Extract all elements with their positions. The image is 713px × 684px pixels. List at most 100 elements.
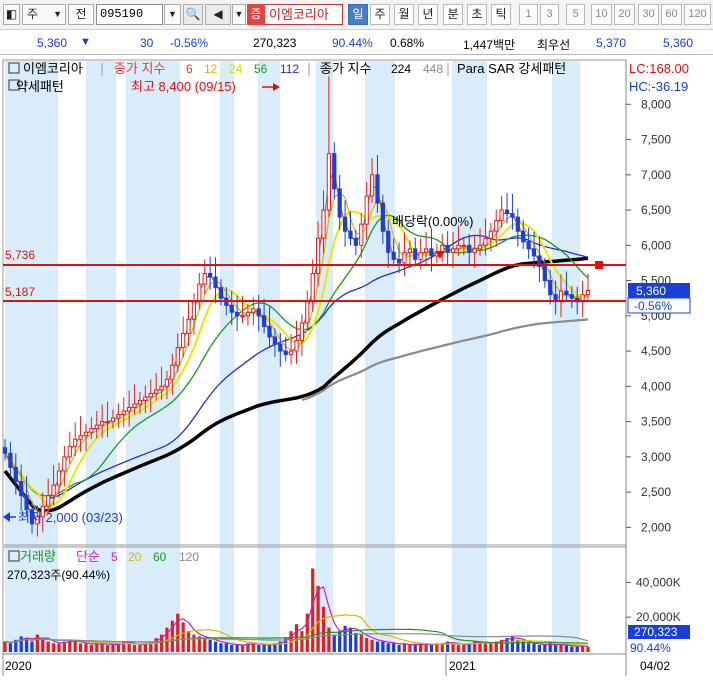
volume-bar [429, 645, 434, 652]
volume-ma5: 5 [111, 550, 118, 564]
candle-body [515, 216, 520, 232]
candle-body [148, 392, 153, 398]
candle-body [450, 248, 456, 253]
candle-body [164, 378, 170, 387]
candle-body [467, 244, 472, 253]
candle-body [100, 421, 105, 426]
period-day[interactable]: 일 [348, 4, 368, 25]
volume-bar [397, 645, 401, 652]
volume-bar [575, 646, 579, 652]
volume-bar [78, 643, 83, 652]
type-select[interactable]: 주 ▼ [22, 4, 66, 25]
volume-bar [203, 638, 207, 652]
period-second[interactable]: 초 [467, 4, 487, 25]
candle-body [78, 435, 83, 440]
chart-area[interactable]: 8,000 7,500 7,000 6,500 6,000 5,500 5,000 4,500… [0, 56, 713, 681]
stock-code-input[interactable]: 095190 [96, 4, 163, 25]
volume-ma20: 20 [128, 550, 142, 564]
volume-bar [424, 645, 428, 652]
volume-bar [100, 643, 104, 652]
volume-bar [586, 646, 590, 652]
minute-option-5[interactable]: 5 [566, 4, 585, 25]
volume-current-pct: 90.44% [630, 641, 671, 655]
candle-body [256, 308, 261, 317]
line-handle-square[interactable] [595, 261, 603, 269]
stock-chart-svg[interactable]: 8,0007,5007,0006,5006,0005,5005,0004,500… [0, 56, 713, 681]
candle-body [143, 396, 148, 401]
candle-body [461, 244, 466, 247]
chart-menu-icon[interactable]: ◧ [3, 4, 20, 25]
minute-option-120[interactable]: 120 [684, 4, 711, 25]
candle-body [175, 347, 180, 366]
volume-bar [257, 645, 261, 652]
type-select-label: 주 [27, 7, 39, 21]
candle-body [283, 350, 288, 356]
volume-bar [192, 634, 196, 652]
volume-bar [300, 631, 304, 652]
candle-body [159, 385, 164, 391]
down-arrow-icon: ▼ [80, 36, 91, 48]
volume-bar [262, 645, 266, 652]
candle-body [46, 495, 51, 507]
candle-body [218, 287, 224, 299]
lower-line-label: 5,187 [5, 285, 35, 299]
minute-option-1[interactable]: 1 [519, 4, 538, 25]
volume-bar [386, 643, 390, 652]
candle-body [202, 273, 207, 285]
volume-current-tag-text: 270,323 [634, 625, 678, 639]
period-stripe [365, 61, 395, 654]
prev-button[interactable]: 전 [68, 4, 94, 25]
hc-label: HC:-36.19 [629, 79, 688, 94]
candle-body [251, 308, 256, 313]
period-tick[interactable]: 틱 [491, 4, 511, 25]
candle-body [267, 325, 272, 338]
volume-bar [208, 639, 212, 652]
price-change-pct: -0.56% [170, 36, 209, 50]
minute-option-3[interactable]: 3 [540, 4, 559, 25]
candle-body [299, 322, 305, 342]
candle-body [569, 294, 574, 299]
candle-body [105, 421, 110, 424]
quote-bar: 5,360 ▼ 30 -0.56% 270,323 90.44% 0.68% 1… [0, 31, 713, 55]
current-pct-tag-text: -0.56% [634, 299, 672, 313]
candle-body [213, 276, 218, 289]
volume-ma120: 120 [179, 550, 199, 564]
code-dropdown-icon[interactable]: ▼ [164, 4, 181, 25]
minute-option-20[interactable]: 20 [614, 4, 635, 25]
candle-body [407, 248, 412, 253]
volume-bar [30, 641, 34, 652]
period-week[interactable]: 주 [370, 4, 390, 25]
search-icon[interactable]: 🔍 [183, 4, 203, 25]
candle-body [445, 244, 450, 253]
period-stripe [86, 61, 116, 654]
legend-ma56: 56 [254, 62, 268, 76]
volume-value: 270,323 [253, 36, 297, 50]
candle-body [402, 251, 407, 264]
volume-bar [554, 645, 558, 652]
volume-bar [570, 646, 574, 652]
volume-bar [111, 645, 115, 652]
options-dropdown-icon[interactable]: ▼ [232, 4, 246, 25]
volume-bar [375, 641, 380, 652]
legend-ma6: 6 [186, 62, 193, 76]
candle-body [386, 230, 391, 253]
minute-option-10[interactable]: 10 [591, 4, 612, 25]
candle-body [364, 195, 369, 225]
current-price-tag-text: 5,360 [636, 284, 666, 298]
period-month[interactable]: 월 [394, 4, 414, 25]
candle-body [94, 424, 99, 430]
sound-icon[interactable]: ◀ [205, 4, 231, 25]
minute-option-60[interactable]: 60 [661, 4, 682, 25]
candle-body [19, 481, 24, 497]
candle-body [294, 340, 299, 352]
period-year[interactable]: 년 [418, 4, 438, 25]
volume-bar [35, 634, 39, 652]
volume-bar [219, 643, 223, 652]
period-minute[interactable]: 분 [443, 4, 463, 25]
legend-ma2-title: 종가 지수 [320, 61, 371, 76]
minute-option-30[interactable]: 30 [638, 4, 659, 25]
volume-tick-label: 20,000K [636, 610, 681, 624]
candle-body [181, 332, 186, 349]
best-bid: 5,360 [663, 36, 694, 50]
volume-bar [224, 643, 228, 652]
